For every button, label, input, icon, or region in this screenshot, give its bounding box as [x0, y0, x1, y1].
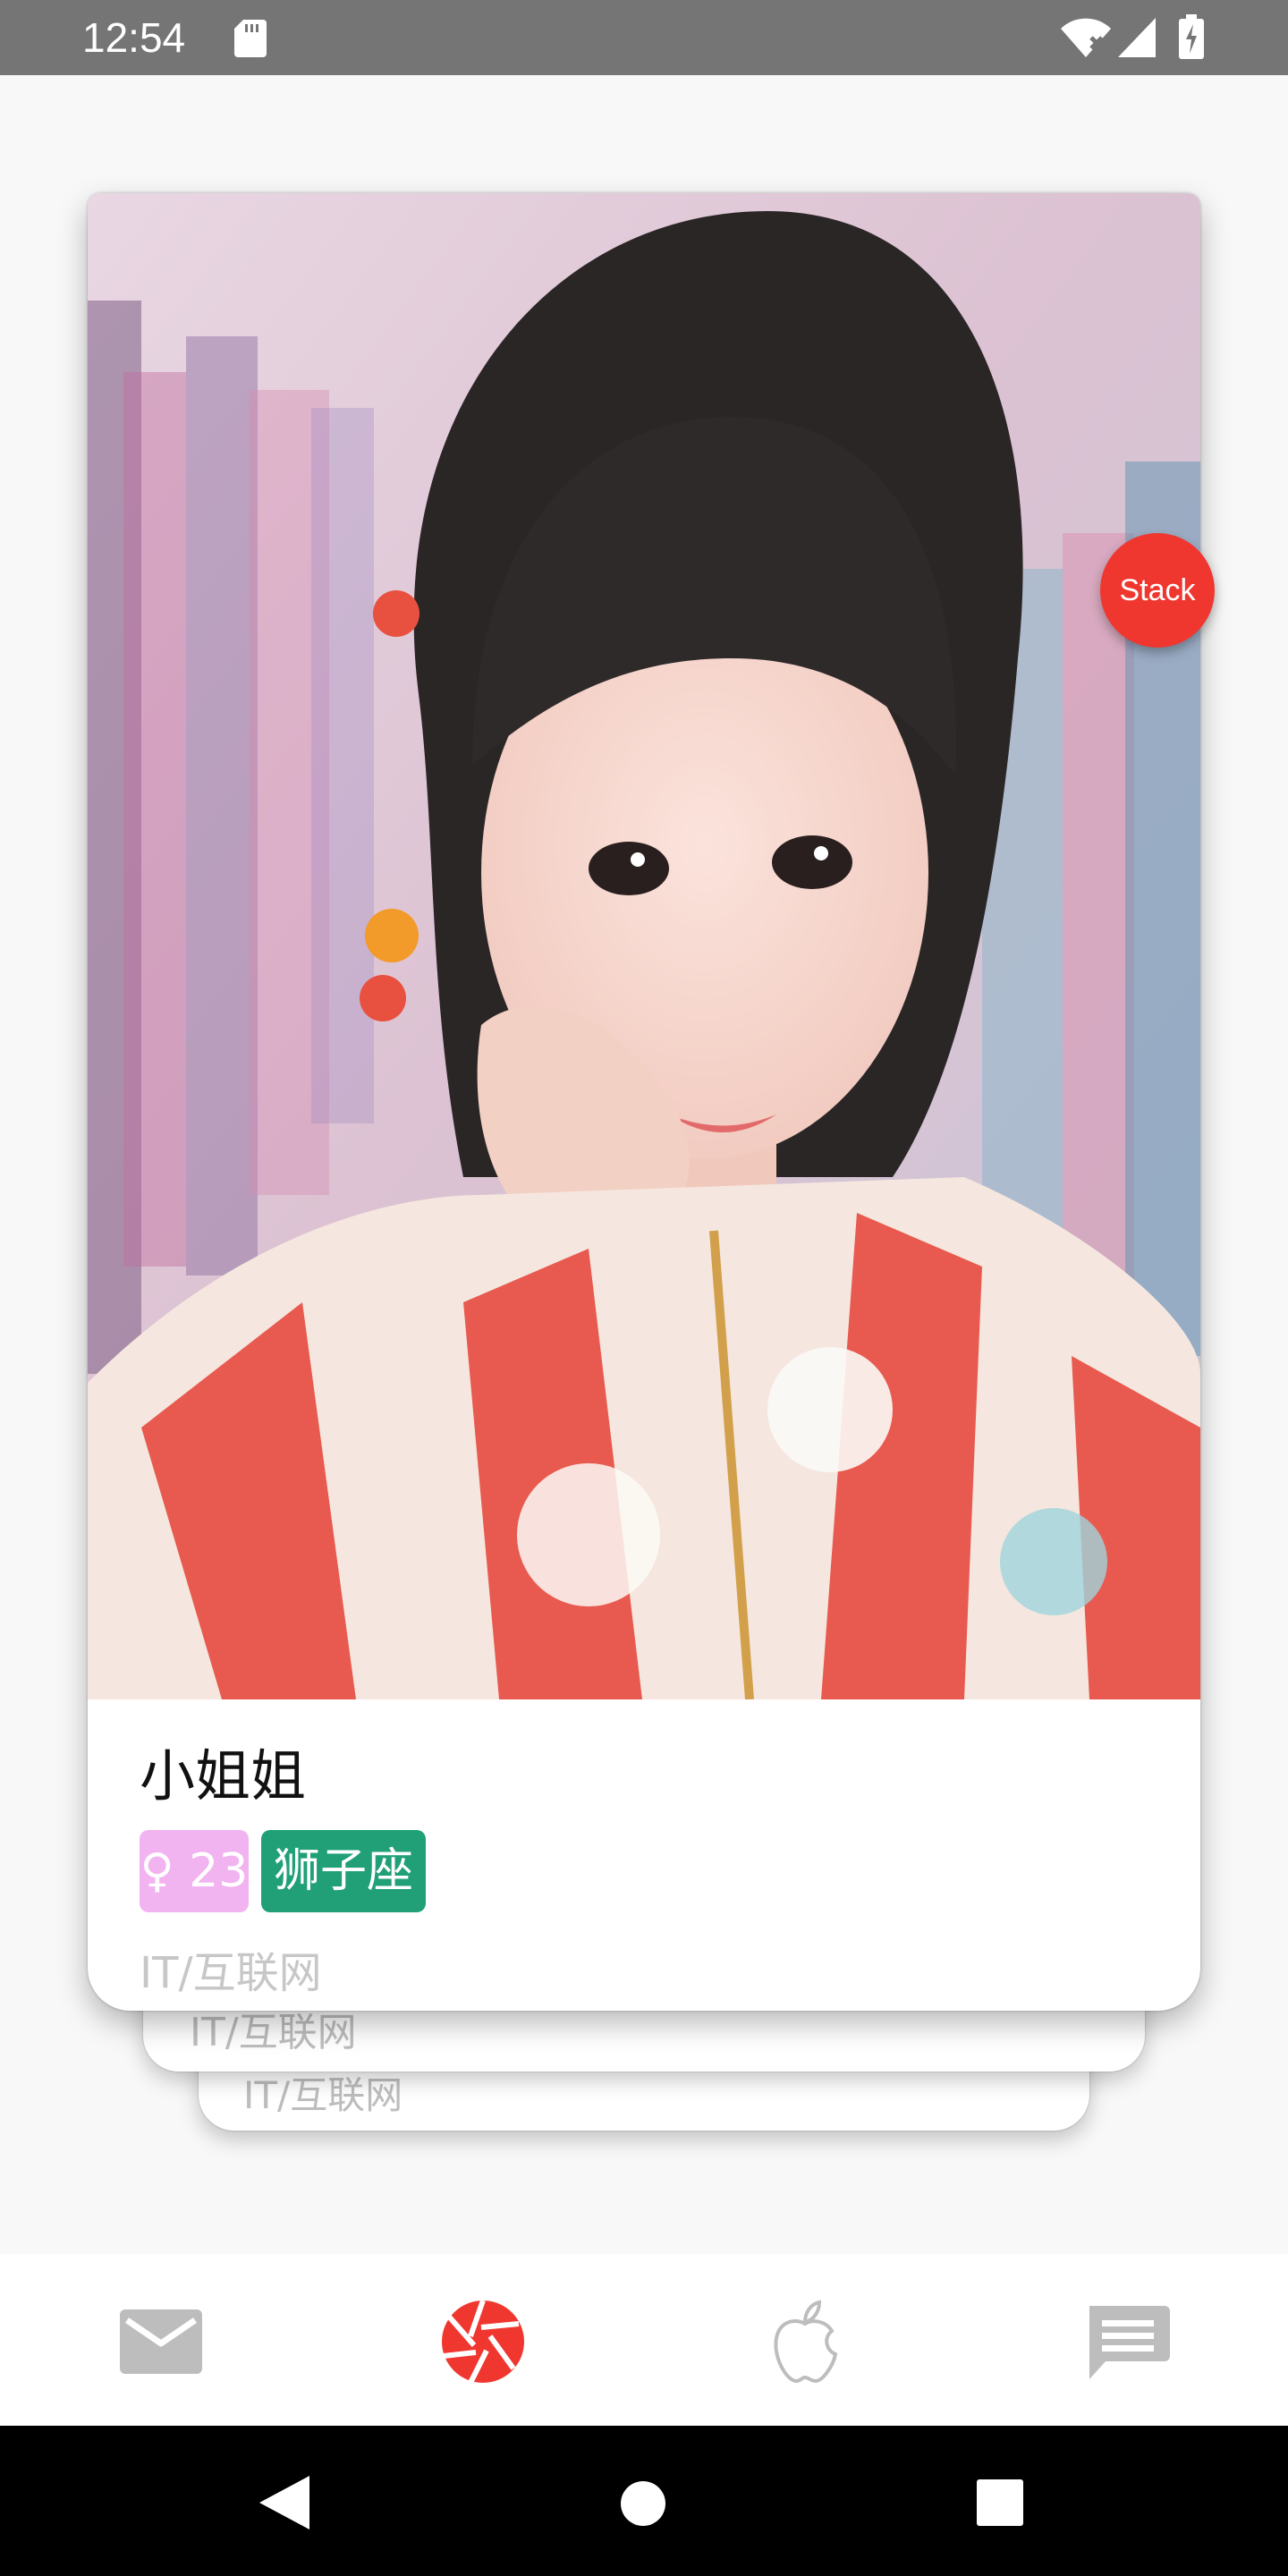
stacked-card-job: IT/互联网 — [243, 2073, 403, 2117]
screen: 12:54 IT/互联网 IT/互联网 小姐姐 ♀ 23 狮子座 IT/互联网 … — [0, 0, 1288, 2576]
bottom-nav — [0, 2254, 1288, 2426]
status-time: 12:54 — [82, 14, 186, 61]
status-bar: 12:54 — [0, 0, 1288, 75]
recents-icon[interactable] — [977, 2479, 1023, 2526]
profile-card[interactable]: 小姐姐 ♀ 23 狮子座 IT/互联网 — [88, 193, 1200, 2011]
stack-fab-button[interactable]: Stack — [1100, 533, 1215, 648]
sd-card-icon — [234, 20, 267, 57]
profile-photo — [88, 193, 1200, 1699]
zodiac-tag: 狮子座 — [261, 1830, 426, 1912]
profile-job: IT/互联网 — [140, 1948, 322, 1998]
wifi-icon — [1061, 18, 1111, 57]
chat-icon[interactable] — [1082, 2297, 1172, 2386]
signal-icon — [1118, 18, 1156, 57]
profile-name: 小姐姐 — [140, 1743, 307, 1809]
apple-icon[interactable] — [760, 2297, 850, 2386]
home-icon[interactable] — [621, 2481, 665, 2526]
battery-charging-icon — [1179, 14, 1204, 59]
age-gender-tag: ♀ 23 — [140, 1830, 249, 1912]
mail-icon[interactable] — [116, 2297, 206, 2386]
camera-shutter-icon[interactable] — [438, 2297, 528, 2386]
back-icon[interactable] — [259, 2476, 309, 2529]
system-nav-bar — [0, 2426, 1288, 2576]
